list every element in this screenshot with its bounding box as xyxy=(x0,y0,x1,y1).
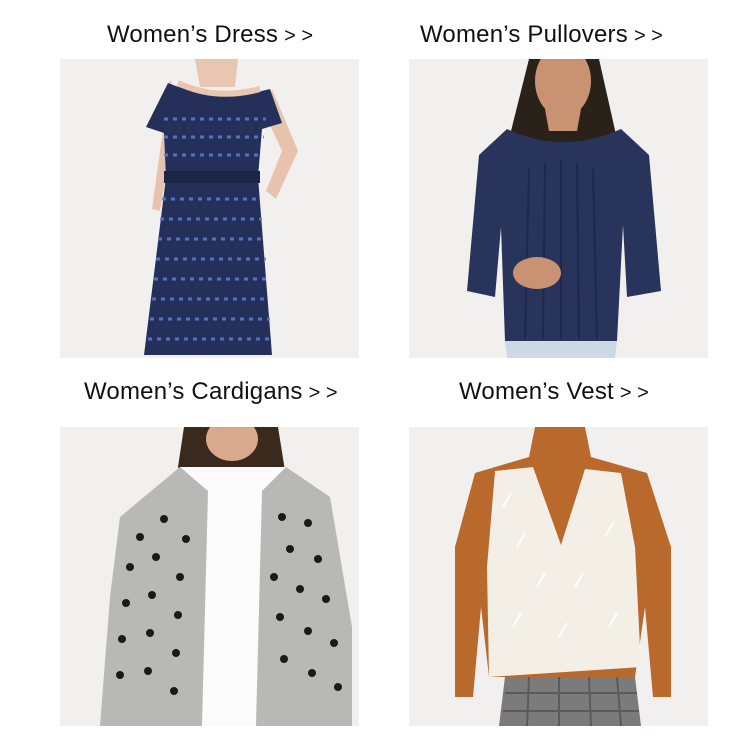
product-image-cardigan[interactable] xyxy=(60,427,359,726)
category-link-cardigans[interactable]: Women’s Cardigans > > xyxy=(84,378,338,406)
chevron-right-icon: > > xyxy=(619,382,649,404)
vest-photo xyxy=(409,427,708,726)
product-image-dress[interactable] xyxy=(60,59,359,358)
cardigan-photo xyxy=(60,427,359,726)
category-title: Women’s Pullovers xyxy=(420,21,628,48)
pullover-photo xyxy=(409,59,708,358)
category-title: Women’s Dress xyxy=(107,21,279,48)
chevron-right-icon: > > xyxy=(308,382,338,404)
chevron-right-icon: > > xyxy=(284,25,314,47)
category-title: Women’s Cardigans xyxy=(84,378,303,405)
product-image-pullover[interactable] xyxy=(409,59,708,358)
category-link-pullovers[interactable]: Women’s Pullovers > > xyxy=(420,21,663,49)
chevron-right-icon: > > xyxy=(633,25,663,47)
category-link-dress[interactable]: Women’s Dress > > xyxy=(107,21,313,49)
category-title: Women’s Vest xyxy=(459,378,614,405)
product-image-vest[interactable] xyxy=(409,427,708,726)
dress-photo xyxy=(60,59,359,358)
category-link-vest[interactable]: Women’s Vest > > xyxy=(459,378,649,406)
